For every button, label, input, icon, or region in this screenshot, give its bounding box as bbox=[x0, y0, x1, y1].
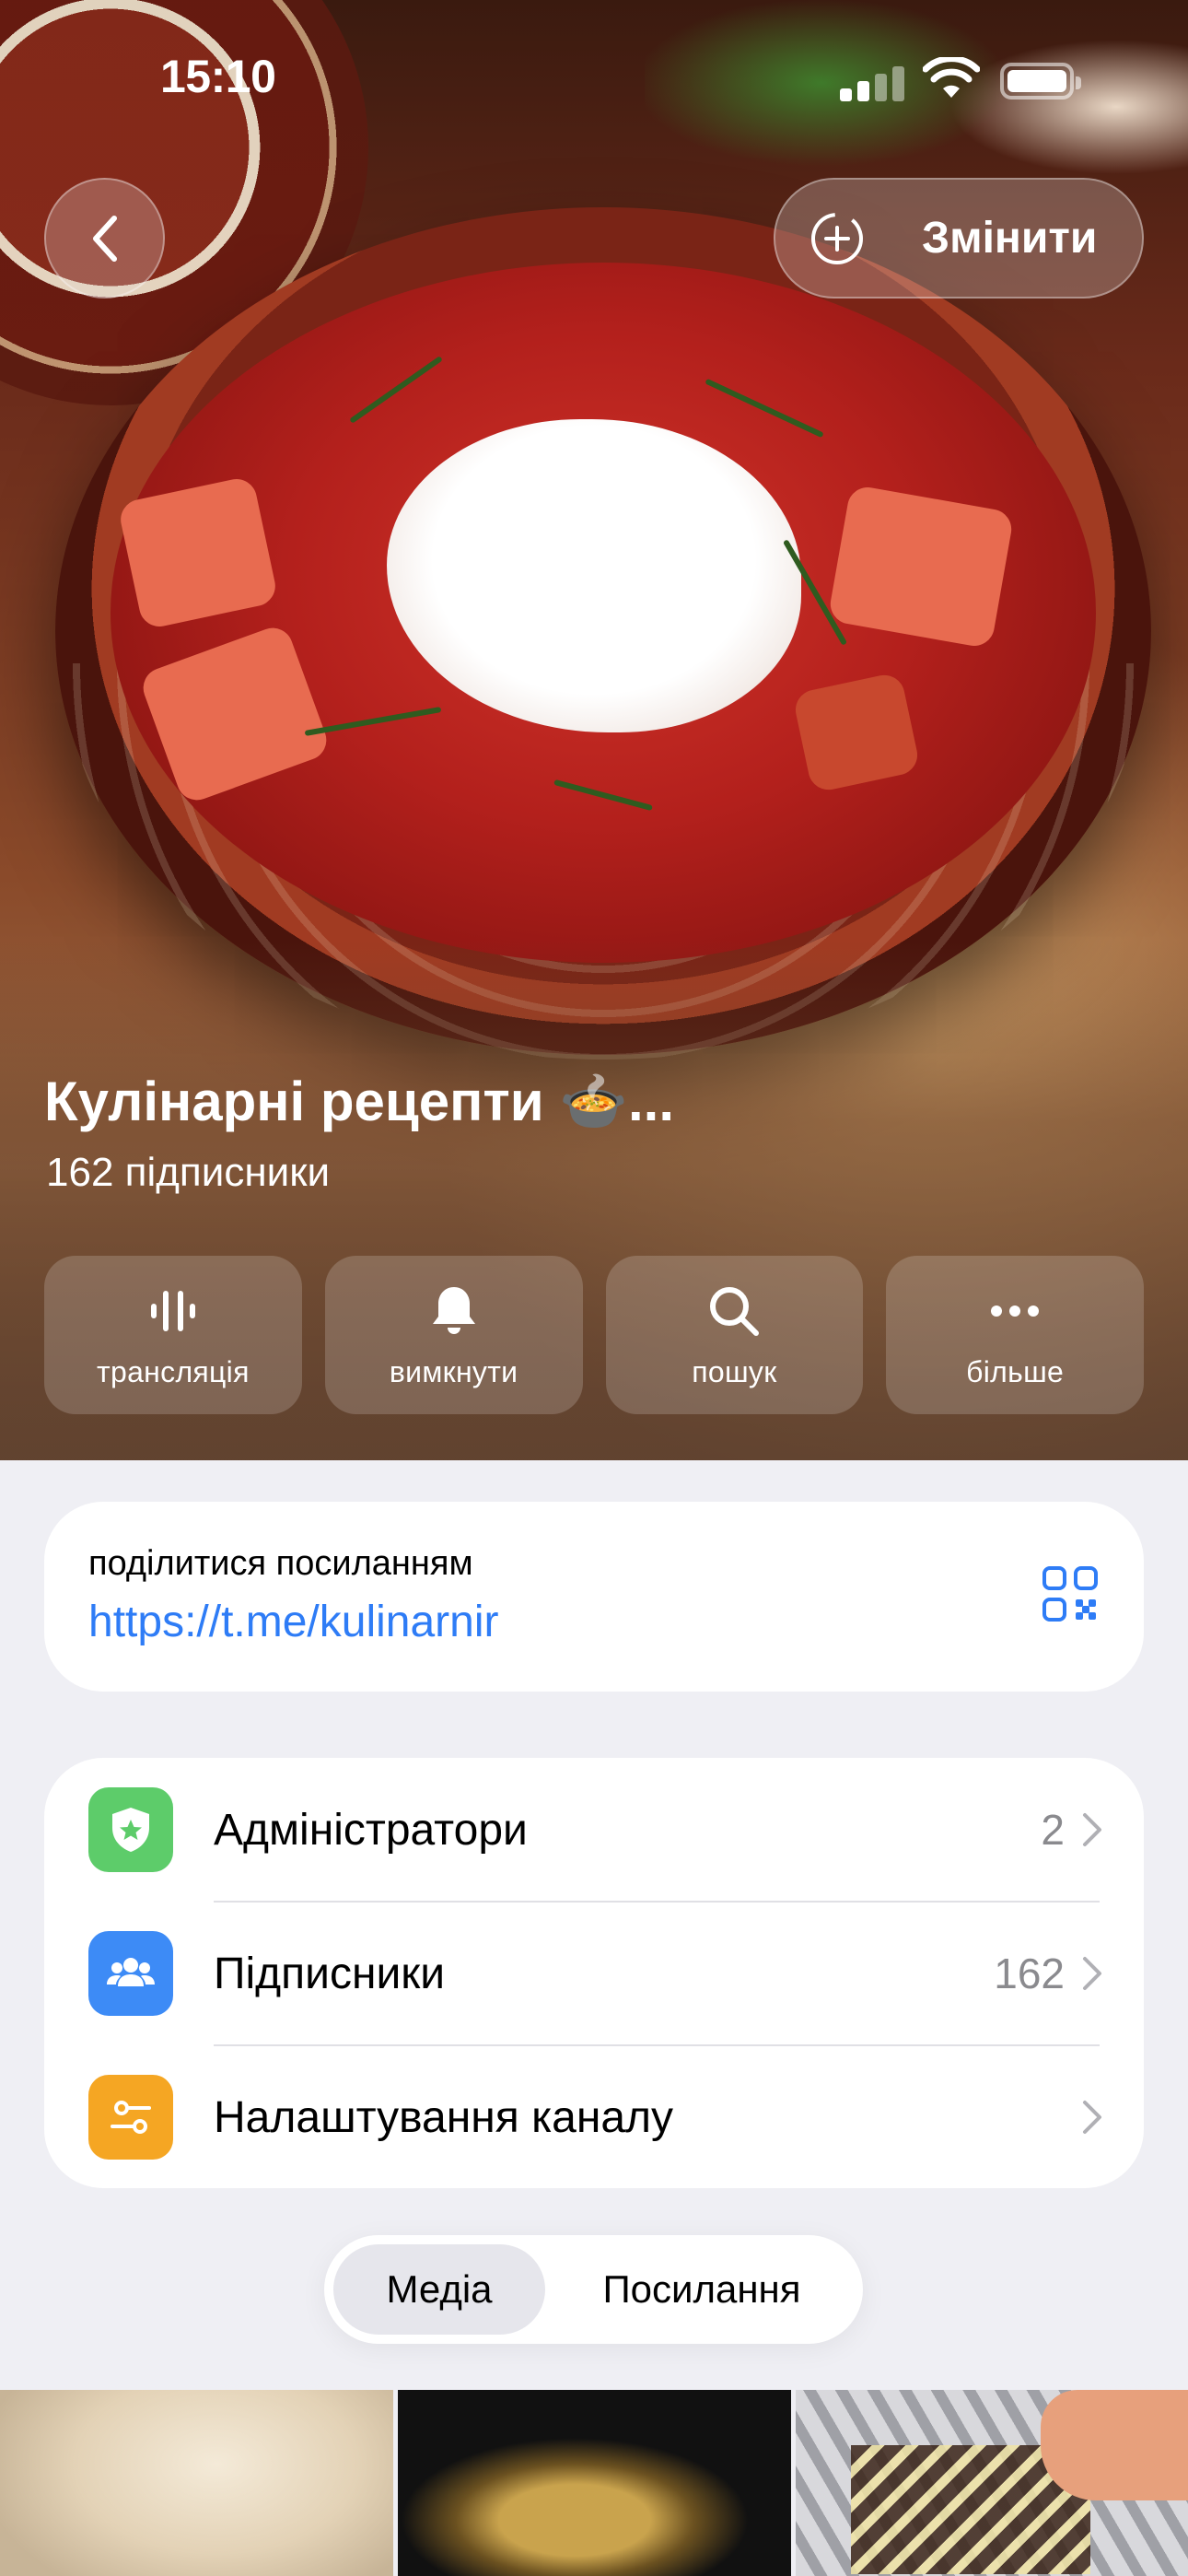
media-thumbnail[interactable] bbox=[0, 2390, 393, 2576]
voice-chat-button[interactable]: трансляція bbox=[44, 1256, 302, 1414]
media-tabs: Медіа Посилання bbox=[324, 2235, 863, 2344]
channel-title: Кулінарні рецепти 🍲... bbox=[44, 1071, 674, 1132]
channel-settings-list: Адміністратори 2 Підписники 162 Налаштув… bbox=[44, 1758, 1144, 2188]
share-link-card[interactable]: поділитися посиланням https://t.me/kulin… bbox=[44, 1502, 1144, 1692]
sliders-icon bbox=[88, 2075, 173, 2160]
list-item-subscribers[interactable]: Підписники 162 bbox=[44, 1902, 1144, 2045]
voice-chat-icon bbox=[150, 1290, 195, 1331]
shield-star-icon bbox=[88, 1787, 173, 1872]
wifi-icon bbox=[923, 57, 980, 98]
tab-media[interactable]: Медіа bbox=[333, 2235, 545, 2344]
add-emoji-status-icon bbox=[811, 212, 863, 264]
qr-code-icon[interactable] bbox=[1041, 1564, 1100, 1623]
edit-button-label: Змінити bbox=[922, 214, 1098, 263]
share-link-url[interactable]: https://t.me/kulinarnir bbox=[88, 1597, 499, 1647]
chevron-right-icon bbox=[1083, 1957, 1101, 1990]
back-button[interactable] bbox=[44, 178, 165, 299]
greens-garnish bbox=[645, 0, 1188, 203]
media-thumbnail[interactable] bbox=[796, 2390, 1188, 2576]
chevron-right-icon bbox=[1083, 2101, 1101, 2134]
list-item-label: Адміністратори bbox=[214, 1805, 528, 1855]
battery-icon bbox=[1000, 63, 1081, 100]
media-thumbnail[interactable] bbox=[398, 2390, 791, 2576]
chevron-right-icon bbox=[1083, 1813, 1101, 1846]
chevron-left-icon bbox=[92, 215, 117, 262]
list-item-label: Налаштування каналу bbox=[214, 2092, 674, 2142]
list-item-channel-settings[interactable]: Налаштування каналу bbox=[44, 2045, 1144, 2189]
mute-button[interactable]: вимкнути bbox=[324, 1256, 583, 1414]
list-item-count: 162 bbox=[994, 1950, 1065, 1997]
bell-icon bbox=[432, 1286, 475, 1334]
edit-button[interactable]: Змінити bbox=[774, 178, 1144, 299]
list-item-count: 2 bbox=[1041, 1806, 1065, 1854]
people-icon bbox=[88, 1931, 173, 2016]
search-label: пошук bbox=[692, 1354, 777, 1388]
more-icon bbox=[991, 1305, 1040, 1317]
more-label: більше bbox=[966, 1354, 1065, 1388]
media-grid bbox=[0, 2390, 1188, 2576]
list-item-label: Підписники bbox=[214, 1949, 446, 1998]
list-item-admins[interactable]: Адміністратори 2 bbox=[44, 1758, 1144, 1902]
search-button[interactable]: пошук bbox=[605, 1256, 864, 1414]
channel-actions: трансляція вимкнути пошук більше bbox=[44, 1256, 1144, 1414]
more-button[interactable]: більше bbox=[886, 1256, 1144, 1414]
status-time: 15:10 bbox=[160, 51, 276, 102]
cellular-signal-icon bbox=[840, 64, 904, 101]
share-link-label: поділитися посиланням bbox=[88, 1544, 473, 1583]
voice-chat-label: трансляція bbox=[97, 1354, 250, 1388]
mute-label: вимкнути bbox=[389, 1354, 518, 1388]
subscribers-count: 162 підписники bbox=[46, 1150, 331, 1195]
tab-links[interactable]: Посилання bbox=[554, 2235, 849, 2344]
search-icon bbox=[710, 1286, 760, 1336]
